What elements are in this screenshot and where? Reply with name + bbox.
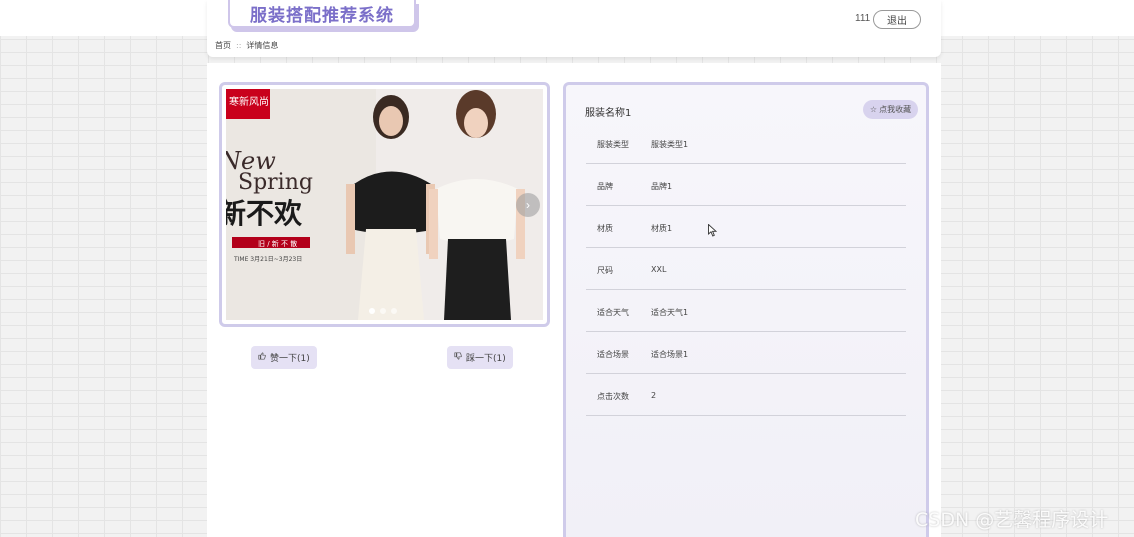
detail-row-clicks: 点击次数 2	[586, 374, 906, 416]
carousel-indicators	[369, 308, 397, 314]
carousel-slide-image: 寒新风尚 New Spring 新不欢 旧 / 新 不 散 TIME 3月21日…	[226, 89, 543, 320]
image-red-label: 旧 / 新 不 散	[258, 239, 297, 248]
star-icon: ☆	[869, 105, 878, 114]
detail-row-brand: 品牌 品牌1	[586, 164, 906, 206]
detail-value: 材质1	[651, 224, 673, 233]
breadcrumb-home[interactable]: 首页	[215, 40, 231, 51]
username: 111	[855, 13, 871, 24]
detail-value: XXL	[651, 265, 667, 274]
like-label: 赞一下(1)	[270, 354, 310, 364]
logout-button[interactable]: 退出	[873, 10, 921, 29]
product-title: 服装名称1	[585, 108, 632, 119]
app-title: 服装搭配推荐系统	[250, 5, 394, 26]
fashion-photo: 寒新风尚 New Spring 新不欢 旧 / 新 不 散 TIME 3月21日…	[226, 89, 543, 320]
dislike-label: 踩一下(1)	[466, 354, 506, 364]
detail-label: 尺码	[597, 266, 613, 275]
app-logo[interactable]: 服装搭配推荐系统	[228, 0, 416, 28]
breadcrumb-separator: ::	[236, 41, 242, 50]
detail-label: 材质	[597, 224, 613, 233]
detail-value: 品牌1	[651, 182, 673, 191]
image-brand-tag: 寒新风尚	[229, 95, 269, 108]
chevron-right-icon: ›	[526, 198, 530, 212]
mouse-cursor-icon	[708, 223, 718, 242]
carousel-next-button[interactable]: ›	[516, 193, 540, 217]
image-headline-2: Spring	[238, 170, 313, 195]
detail-value: 适合天气1	[651, 308, 689, 317]
detail-row-size: 尺码 XXL	[586, 248, 906, 290]
detail-value: 适合场景1	[651, 350, 689, 359]
carousel-dot[interactable]	[369, 308, 375, 314]
like-button[interactable]: 赞一下(1)	[251, 346, 317, 369]
detail-row-scene: 适合场景 适合场景1	[586, 332, 906, 374]
detail-value: 服装类型1	[651, 140, 689, 149]
breadcrumb-current: 详情信息	[246, 41, 279, 50]
carousel-dot[interactable]	[380, 308, 386, 314]
detail-label: 服装类型	[597, 140, 629, 149]
carousel-dot[interactable]	[391, 308, 397, 314]
thumbs-up-icon	[258, 352, 266, 363]
image-time: TIME 3月21日~3月23日	[233, 256, 302, 263]
detail-row-weather: 适合天气 适合天气1	[586, 290, 906, 332]
dislike-button[interactable]: 踩一下(1)	[447, 346, 513, 369]
detail-row-material: 材质 材质1	[586, 206, 906, 248]
favorite-label: 点我收藏	[879, 105, 912, 114]
image-slogan: 新不欢	[226, 197, 303, 230]
detail-label: 品牌	[597, 182, 613, 191]
detail-label: 点击次数	[597, 392, 629, 401]
breadcrumb: 首页 :: 详情信息	[215, 40, 278, 51]
detail-row-type: 服装类型 服装类型1	[586, 122, 906, 164]
detail-label: 适合天气	[597, 308, 629, 317]
thumbs-down-icon	[454, 352, 462, 363]
detail-value: 2	[651, 391, 657, 400]
detail-label: 适合场景	[597, 350, 629, 359]
favorite-button[interactable]: ☆ 点我收藏	[863, 100, 918, 119]
image-carousel[interactable]: 寒新风尚 New Spring 新不欢 旧 / 新 不 散 TIME 3月21日…	[219, 82, 550, 327]
watermark: CSDN @艺馨程序设计	[915, 509, 1109, 531]
